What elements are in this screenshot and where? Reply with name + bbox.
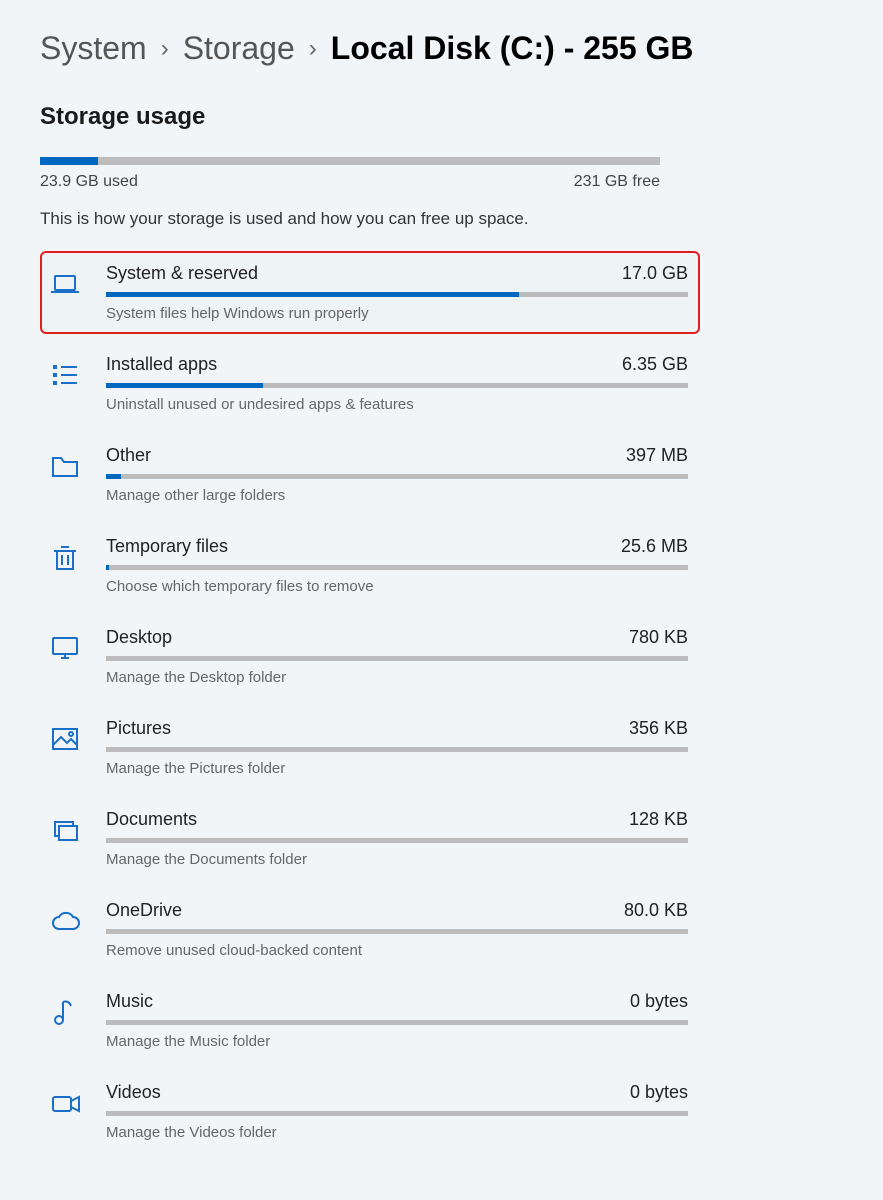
help-text: This is how your storage is used and how… [40, 209, 843, 229]
storage-category-videos[interactable]: Videos 0 bytes Manage the Videos folder [40, 1070, 700, 1153]
category-name: Temporary files [106, 536, 228, 557]
category-bar [106, 929, 688, 934]
music-icon [46, 993, 84, 1031]
trash-icon [46, 538, 84, 576]
storage-category-temporary-files[interactable]: Temporary files 25.6 MB Choose which tem… [40, 524, 700, 607]
category-name: Documents [106, 809, 197, 830]
category-bar [106, 474, 688, 479]
category-size: 25.6 MB [621, 536, 688, 557]
category-bar [106, 292, 688, 297]
chevron-right-icon: › [309, 35, 317, 63]
category-name: Other [106, 445, 151, 466]
category-bar-fill [106, 292, 519, 297]
category-desc: Manage other large folders [106, 487, 688, 504]
category-desc: Uninstall unused or undesired apps & fea… [106, 396, 688, 413]
storage-category-music[interactable]: Music 0 bytes Manage the Music folder [40, 979, 700, 1062]
storage-category-desktop[interactable]: Desktop 780 KB Manage the Desktop folder [40, 615, 700, 698]
category-bar-fill [106, 383, 263, 388]
image-icon [46, 720, 84, 758]
storage-usage-bar [40, 157, 660, 165]
category-size: 17.0 GB [622, 263, 688, 284]
storage-usage-fill [40, 157, 98, 165]
category-bar [106, 1111, 688, 1116]
category-bar [106, 565, 688, 570]
chevron-right-icon: › [161, 35, 169, 63]
category-bar-fill [106, 565, 109, 570]
category-desc: Manage the Music folder [106, 1033, 688, 1050]
category-name: Videos [106, 1082, 161, 1103]
category-size: 0 bytes [630, 1082, 688, 1103]
category-name: OneDrive [106, 900, 182, 921]
video-icon [46, 1084, 84, 1122]
category-size: 397 MB [626, 445, 688, 466]
storage-free-label: 231 GB free [574, 173, 660, 191]
category-desc: Remove unused cloud-backed content [106, 942, 688, 959]
category-desc: System files help Windows run properly [106, 305, 688, 322]
category-desc: Manage the Documents folder [106, 851, 688, 868]
category-size: 80.0 KB [624, 900, 688, 921]
storage-usage-summary: 23.9 GB used 231 GB free [40, 157, 660, 191]
storage-category-other[interactable]: Other 397 MB Manage other large folders [40, 433, 700, 516]
folder-icon [46, 447, 84, 485]
category-desc: Manage the Pictures folder [106, 760, 688, 777]
category-bar [106, 747, 688, 752]
category-name: Pictures [106, 718, 171, 739]
category-name: System & reserved [106, 263, 258, 284]
category-desc: Manage the Desktop folder [106, 669, 688, 686]
storage-category-onedrive[interactable]: OneDrive 80.0 KB Remove unused cloud-bac… [40, 888, 700, 971]
laptop-icon [46, 265, 84, 303]
storage-category-installed-apps[interactable]: Installed apps 6.35 GB Uninstall unused … [40, 342, 700, 425]
category-name: Music [106, 991, 153, 1012]
breadcrumb-system[interactable]: System [40, 30, 147, 67]
category-bar [106, 1020, 688, 1025]
category-size: 780 KB [629, 627, 688, 648]
cloud-icon [46, 902, 84, 940]
category-name: Installed apps [106, 354, 217, 375]
category-name: Desktop [106, 627, 172, 648]
storage-category-pictures[interactable]: Pictures 356 KB Manage the Pictures fold… [40, 706, 700, 789]
category-bar [106, 838, 688, 843]
category-size: 128 KB [629, 809, 688, 830]
category-size: 6.35 GB [622, 354, 688, 375]
storage-category-list: System & reserved 17.0 GB System files h… [40, 251, 700, 1153]
category-bar [106, 656, 688, 661]
breadcrumb-storage[interactable]: Storage [183, 30, 295, 67]
storage-category-documents[interactable]: Documents 128 KB Manage the Documents fo… [40, 797, 700, 880]
category-size: 356 KB [629, 718, 688, 739]
category-bar [106, 383, 688, 388]
category-desc: Choose which temporary files to remove [106, 578, 688, 595]
category-size: 0 bytes [630, 991, 688, 1012]
category-desc: Manage the Videos folder [106, 1124, 688, 1141]
documents-icon [46, 811, 84, 849]
monitor-icon [46, 629, 84, 667]
storage-category-system-reserved[interactable]: System & reserved 17.0 GB System files h… [40, 251, 700, 334]
page-title: Storage usage [40, 103, 843, 131]
storage-used-label: 23.9 GB used [40, 173, 138, 191]
list-icon [46, 356, 84, 394]
breadcrumb-current: Local Disk (C:) - 255 GB [331, 30, 694, 67]
category-bar-fill [106, 474, 121, 479]
breadcrumb: System › Storage › Local Disk (C:) - 255… [40, 30, 843, 67]
